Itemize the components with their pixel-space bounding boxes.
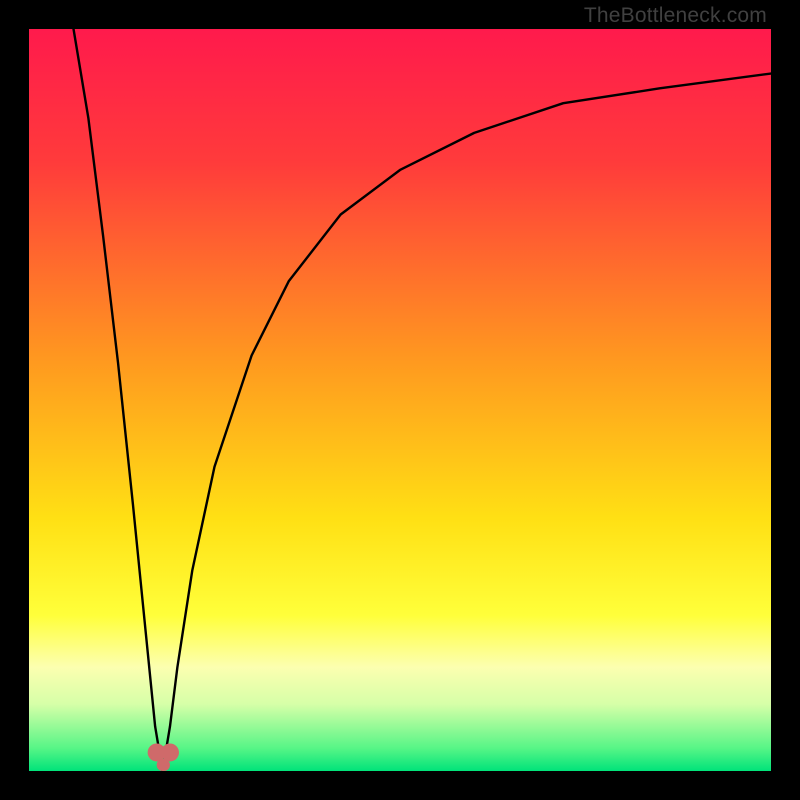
min-marker xyxy=(161,743,179,761)
min-marker-bridge xyxy=(157,759,170,771)
watermark-text: TheBottleneck.com xyxy=(584,4,767,28)
curve-layer xyxy=(29,29,771,771)
plot-area xyxy=(29,29,771,771)
bottleneck-curve xyxy=(74,29,771,771)
chart-frame: { "watermark": { "text": "TheBottleneck.… xyxy=(0,0,800,800)
min-markers xyxy=(148,743,179,771)
